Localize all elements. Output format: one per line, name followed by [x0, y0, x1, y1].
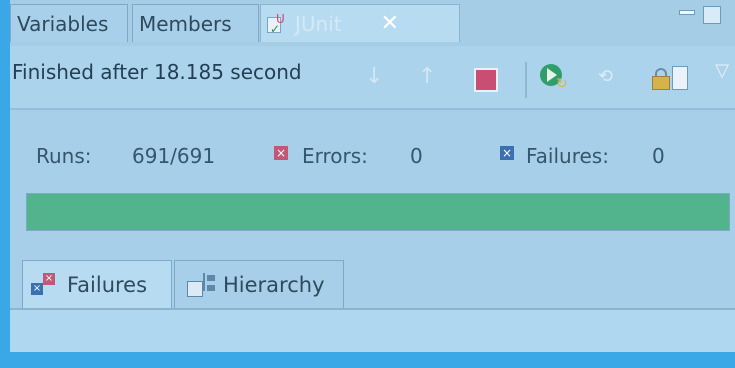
rerun-failed-first-icon[interactable]: ⟲ — [598, 66, 624, 92]
minimize-button[interactable] — [679, 10, 695, 15]
tab-variables[interactable]: Variables — [10, 4, 128, 42]
junit-icon: ✓ U — [267, 13, 285, 35]
tab-members-label: Members — [139, 12, 232, 36]
close-icon[interactable]: ✕ — [381, 5, 399, 43]
progress-bar-fill — [27, 194, 729, 230]
left-frame — [0, 0, 10, 368]
tab-failures-label: Failures — [67, 273, 148, 297]
rerun-test-icon[interactable]: ↻ — [540, 64, 568, 92]
error-icon: × — [274, 146, 288, 160]
failures-icon: × × — [31, 273, 55, 295]
errors-label: Errors: — [302, 144, 368, 168]
junit-toolbar: Finished after 18.185 second ↓ ↑ ↻ ⟲ ▽ — [10, 46, 735, 110]
test-progress-bar — [26, 193, 730, 231]
window-controls — [671, 2, 731, 30]
errors-value: 0 — [410, 144, 423, 168]
bottom-frame — [0, 352, 735, 368]
failures-value: 0 — [652, 144, 665, 168]
junit-view-panel: Variables Members ✓ U JUnit ✕ Finished af… — [10, 0, 735, 352]
failures-list-area — [10, 310, 735, 352]
view-menu-chevron-down-icon[interactable]: ▽ — [715, 60, 729, 81]
status-text: Finished after 18.185 second — [12, 60, 302, 84]
tab-members[interactable]: Members — [132, 4, 259, 42]
next-failure-icon[interactable]: ↓ — [365, 64, 391, 90]
hierarchy-icon — [187, 273, 217, 299]
tab-hierarchy[interactable]: Hierarchy — [174, 260, 344, 308]
tab-junit-label: JUnit — [295, 12, 342, 36]
tab-junit[interactable]: ✓ U JUnit ✕ — [260, 4, 460, 42]
failure-icon: × — [500, 146, 514, 160]
stop-icon[interactable] — [474, 68, 498, 92]
view-tab-strip: Variables Members ✓ U JUnit ✕ — [10, 0, 735, 46]
failures-label: Failures: — [526, 144, 609, 168]
runs-label: Runs: — [36, 144, 92, 168]
maximize-button[interactable] — [703, 6, 721, 24]
toolbar-separator — [525, 62, 527, 98]
tab-variables-label: Variables — [17, 12, 109, 36]
scroll-lock-icon[interactable] — [652, 66, 688, 92]
tab-hierarchy-label: Hierarchy — [223, 273, 325, 297]
tab-failures[interactable]: × × Failures — [22, 260, 172, 308]
results-tab-strip: × × Failures Hierarchy — [10, 256, 735, 310]
previous-failure-icon[interactable]: ↑ — [418, 64, 444, 90]
test-counters: Runs: 691/691 × Errors: 0 × Failures: 0 — [10, 110, 735, 188]
runs-value: 691/691 — [132, 144, 216, 168]
